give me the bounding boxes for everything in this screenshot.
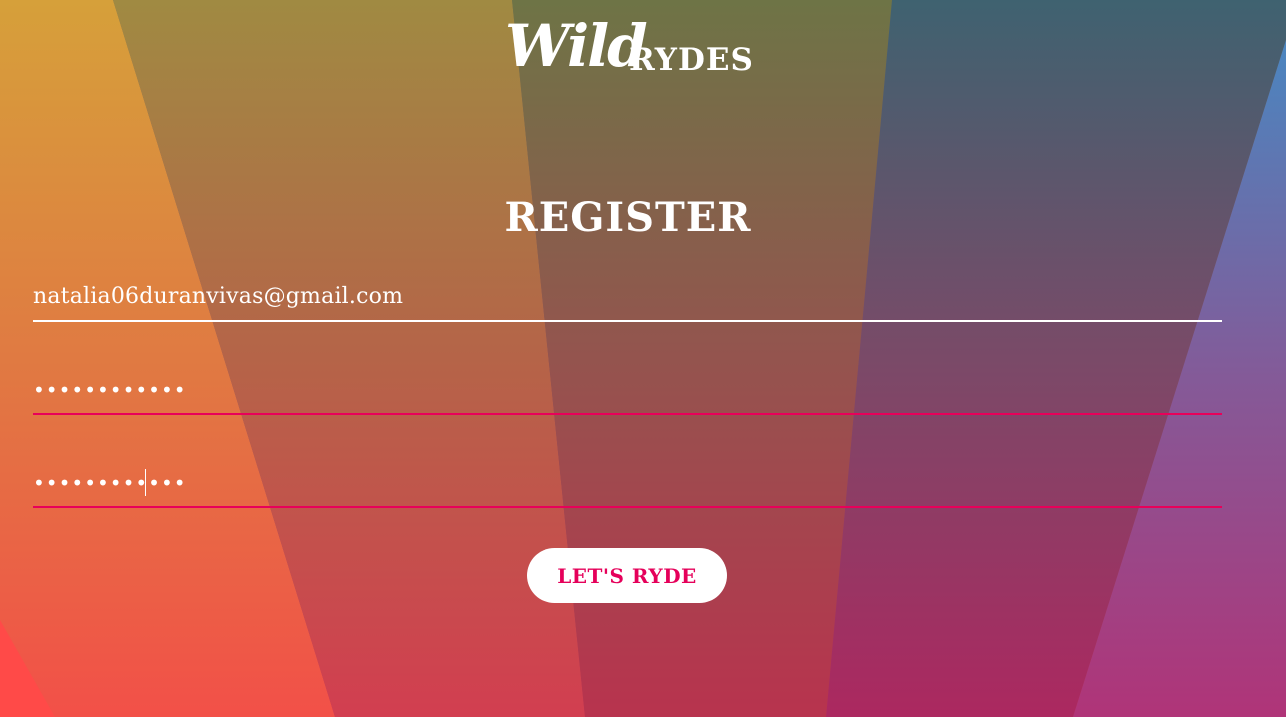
- password-field[interactable]: [33, 369, 1222, 415]
- email-input[interactable]: [33, 276, 1222, 318]
- logo-caps-text: RYDES: [629, 42, 754, 78]
- page-title: REGISTER: [504, 194, 752, 241]
- register-page: Wild RYDES REGISTER LET'S RYDE: [0, 0, 1286, 717]
- password-input[interactable]: [33, 369, 1222, 411]
- wild-rydes-logo: Wild RYDES: [505, 14, 755, 78]
- confirm-password-input[interactable]: [33, 462, 1222, 504]
- lets-ryde-button[interactable]: LET'S RYDE: [527, 548, 727, 603]
- text-caret: [145, 469, 146, 496]
- logo-script-text: Wild: [505, 12, 648, 80]
- email-field[interactable]: [33, 276, 1222, 322]
- confirm-password-field[interactable]: [33, 462, 1222, 508]
